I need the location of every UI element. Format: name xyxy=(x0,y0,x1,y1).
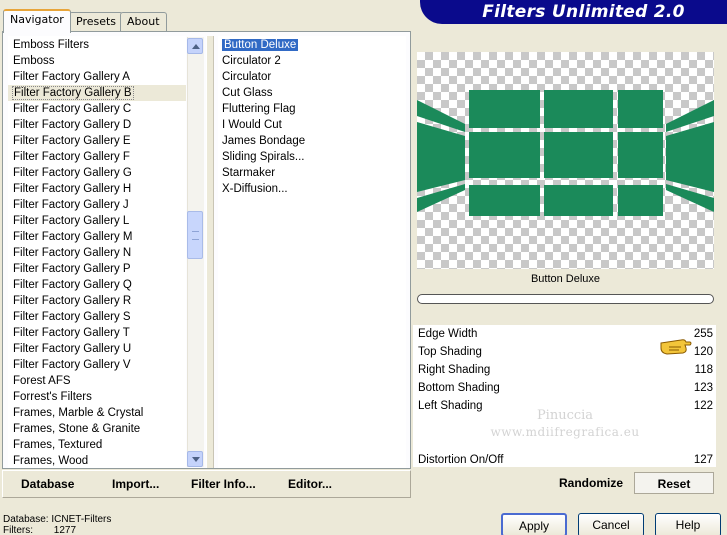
filter-list[interactable]: Button Deluxe Circulator 2 Circulator Cut G… xyxy=(218,36,406,468)
tab-about[interactable]: About xyxy=(120,12,167,32)
preview-tile xyxy=(597,185,613,216)
editor-button[interactable]: Editor... xyxy=(288,477,332,491)
filter-item[interactable]: Fluttering Flag xyxy=(218,101,406,117)
preview-tile xyxy=(597,132,613,178)
preview-wing xyxy=(666,122,714,192)
category-item[interactable]: Filter Factory Gallery V xyxy=(8,357,186,373)
app-title: Filters Unlimited 2.0 xyxy=(482,2,685,22)
list-divider xyxy=(206,36,214,468)
filter-item[interactable]: Circulator xyxy=(218,69,406,85)
database-button[interactable]: Database xyxy=(21,477,74,491)
param-label: Right Shading xyxy=(418,364,491,376)
preview-wing xyxy=(417,122,465,192)
param-distortion[interactable]: Distortion On/Off 127 xyxy=(413,451,716,469)
category-item[interactable]: Filter Factory Gallery D xyxy=(8,117,186,133)
filter-item[interactable]: James Bondage xyxy=(218,133,406,149)
category-item[interactable]: Filter Factory Gallery L xyxy=(8,213,186,229)
category-item[interactable]: Filter Factory Gallery H xyxy=(8,181,186,197)
scroll-up-button[interactable] xyxy=(187,38,203,54)
cancel-button[interactable]: Cancel xyxy=(578,513,644,535)
pointing-hand-icon xyxy=(660,339,692,355)
randomize-button[interactable]: Randomize xyxy=(552,472,630,494)
reset-button[interactable]: Reset xyxy=(634,472,714,494)
category-list[interactable]: Emboss Filters Emboss Filter Factory Galle… xyxy=(8,36,186,468)
filter-item[interactable]: Sliding Spirals... xyxy=(218,149,406,165)
filter-item[interactable]: Button Deluxe xyxy=(218,37,406,53)
tab-presets[interactable]: Presets xyxy=(69,12,124,32)
category-item[interactable]: Frames, Wood xyxy=(8,453,186,468)
category-item[interactable]: Filter Factory Gallery S xyxy=(8,309,186,325)
category-item[interactable]: Filter Factory Gallery Q xyxy=(8,277,186,293)
category-item[interactable]: Filter Factory Gallery J xyxy=(8,197,186,213)
param-label: Distortion On/Off xyxy=(418,454,504,466)
param-bottom-shading[interactable]: Bottom Shading 123 xyxy=(413,379,716,397)
param-right-shading[interactable]: Right Shading 118 xyxy=(413,361,716,379)
category-item[interactable]: Filter Factory Gallery F xyxy=(8,149,186,165)
category-item[interactable]: Filter Factory Gallery M xyxy=(8,229,186,245)
category-item[interactable]: Filter Factory Gallery A xyxy=(8,69,186,85)
filter-item[interactable]: X-Diffusion... xyxy=(218,181,406,197)
progress-bar xyxy=(417,294,714,304)
filter-item[interactable]: I Would Cut xyxy=(218,117,406,133)
param-label: Bottom Shading xyxy=(418,382,500,394)
tab-navigator[interactable]: Navigator xyxy=(3,9,71,33)
current-filter-name: Button Deluxe xyxy=(530,273,601,285)
param-value: 127 xyxy=(693,454,713,466)
category-item[interactable]: Filter Factory Gallery B xyxy=(8,85,186,101)
filter-item[interactable]: Circulator 2 xyxy=(218,53,406,69)
category-item[interactable]: Filter Factory Gallery P xyxy=(8,261,186,277)
category-item[interactable]: Filter Factory Gallery T xyxy=(8,325,186,341)
apply-button[interactable]: Apply xyxy=(501,513,567,535)
param-label: Top Shading xyxy=(418,346,482,358)
preview-tile xyxy=(618,132,663,178)
category-item[interactable]: Filter Factory Gallery N xyxy=(8,245,186,261)
preview-tile xyxy=(469,185,540,216)
scroll-thumb[interactable] xyxy=(187,211,203,259)
category-item[interactable]: Forest AFS xyxy=(8,373,186,389)
param-value: 123 xyxy=(693,382,713,394)
category-item[interactable]: Forrest's Filters xyxy=(8,389,186,405)
category-item[interactable]: Emboss xyxy=(8,53,186,69)
watermark-line-1: Pinuccia xyxy=(536,408,594,423)
param-value: 118 xyxy=(694,364,713,376)
status-database: Database: ICNET-Filters xyxy=(3,514,112,525)
preview-tile xyxy=(597,90,613,128)
param-value: 255 xyxy=(693,328,713,340)
preview-image xyxy=(417,52,714,269)
filter-item[interactable]: Cut Glass xyxy=(218,85,406,101)
preview-tile xyxy=(618,90,663,128)
category-item[interactable]: Frames, Stone & Granite xyxy=(8,421,186,437)
preview-tile xyxy=(469,90,540,128)
watermark: Pinuccia www.mdiifregrafica.eu xyxy=(470,408,660,440)
category-item[interactable]: Emboss Filters xyxy=(8,37,186,53)
import-button[interactable]: Import... xyxy=(112,477,159,491)
preview-tile xyxy=(469,132,540,178)
status-filters: Filters: 1277 xyxy=(3,525,77,535)
category-item[interactable]: Filter Factory Gallery C xyxy=(8,101,186,117)
preview-tile xyxy=(618,185,663,216)
watermark-line-2: www.mdiifregrafica.eu xyxy=(490,425,640,439)
category-item[interactable]: Frames, Textured xyxy=(8,437,186,453)
category-item[interactable]: Frames, Marble & Crystal xyxy=(8,405,186,421)
filter-info-button[interactable]: Filter Info... xyxy=(191,477,256,491)
help-button[interactable]: Help xyxy=(655,513,721,535)
preview-graphic xyxy=(417,90,714,218)
category-item[interactable]: Filter Factory Gallery U xyxy=(8,341,186,357)
category-item[interactable]: Filter Factory Gallery R xyxy=(8,293,186,309)
filter-item[interactable]: Starmaker xyxy=(218,165,406,181)
param-value: 122 xyxy=(693,400,713,412)
param-value: 120 xyxy=(693,346,713,358)
param-label: Edge Width xyxy=(418,328,478,340)
category-item[interactable]: Filter Factory Gallery G xyxy=(8,165,186,181)
scroll-down-button[interactable] xyxy=(187,451,203,467)
category-item[interactable]: Filter Factory Gallery E xyxy=(8,133,186,149)
